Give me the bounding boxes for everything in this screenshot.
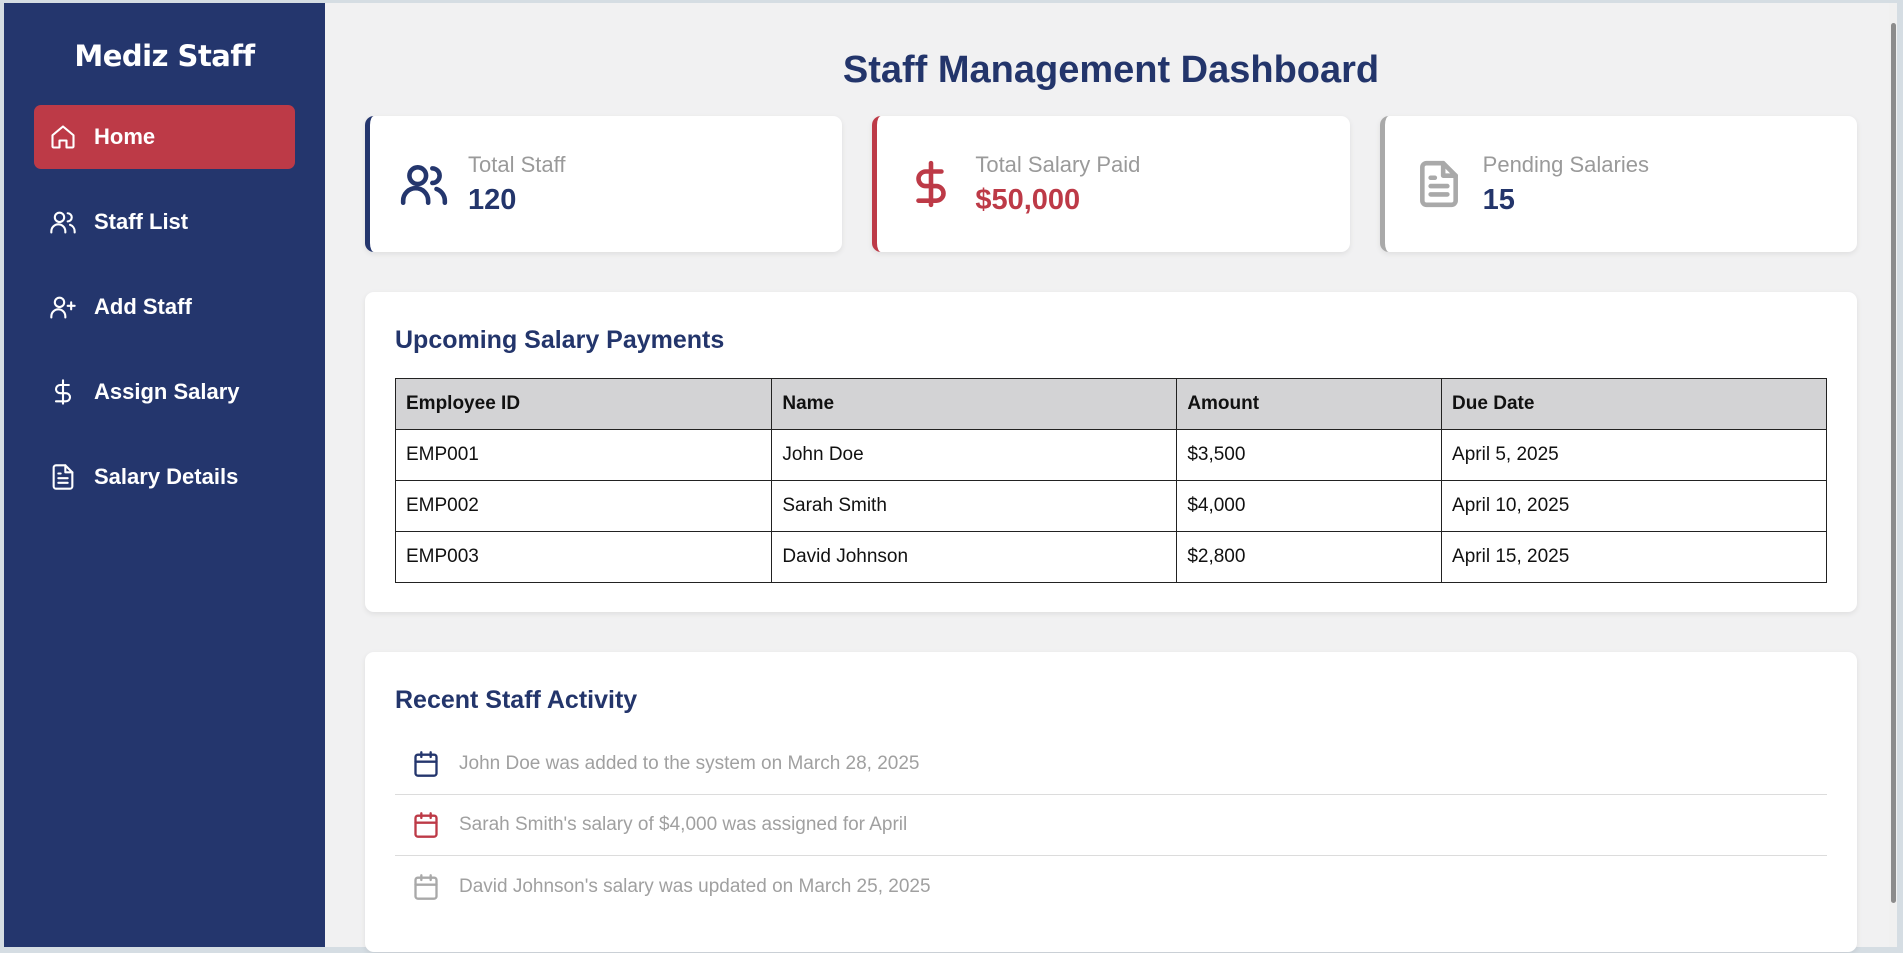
table-cell: Sarah Smith (771, 480, 1178, 532)
user-plus-icon (48, 292, 78, 322)
home-icon (48, 122, 78, 152)
table-row: EMP001 John Doe $3,500 April 5, 2025 (394, 429, 1827, 481)
card-value: 15 (1482, 183, 1515, 216)
table-cell: April 10, 2025 (1441, 480, 1827, 532)
dollar-icon (48, 377, 78, 407)
sidebar-item-home[interactable]: Home (34, 105, 295, 169)
users-icon (398, 158, 450, 210)
panel-title: Recent Staff Activity (395, 686, 638, 714)
sidebar-item-staff-list[interactable]: Staff List (34, 190, 295, 254)
file-icon (48, 462, 78, 492)
column-header: Name (771, 378, 1178, 430)
activity-text: Sarah Smith's salary of $4,000 was assig… (459, 814, 908, 835)
calendar-icon (411, 872, 441, 902)
sidebar-item-salary-details[interactable]: Salary Details (34, 445, 295, 509)
sidebar: Mediz Staff Home Staff List Add Staff As… (4, 3, 325, 947)
column-header: Amount (1176, 378, 1443, 430)
app-window: Mediz Staff Home Staff List Add Staff As… (4, 3, 1897, 952)
card-label: Pending Salaries (1482, 151, 1649, 177)
panel-title: Upcoming Salary Payments (395, 326, 725, 354)
table-header-row: Employee ID Name Amount Due Date (394, 378, 1827, 430)
upcoming-salary-panel: Upcoming Salary Payments Employee ID Nam… (365, 292, 1857, 612)
column-header: Due Date (1441, 378, 1827, 430)
table-cell: April 15, 2025 (1441, 531, 1827, 583)
users-icon (48, 207, 78, 237)
dollar-icon (905, 158, 957, 210)
activity-text: David Johnson's salary was updated on Ma… (459, 875, 931, 897)
list-item: Sarah Smith's salary of $4,000 was assig… (395, 795, 1827, 856)
total-staff-card: Total Staff 120 (365, 116, 843, 252)
sidebar-item-label: Staff List (94, 209, 189, 234)
sidebar-item-label: Assign Salary (94, 379, 240, 404)
table-cell: $4,000 (1176, 480, 1443, 532)
scrollbar-thumb[interactable] (1891, 23, 1896, 903)
sidebar-item-label: Add Staff (94, 294, 192, 319)
card-label: Total Salary Paid (975, 151, 1141, 177)
table-cell: $3,500 (1176, 429, 1443, 481)
calendar-icon (411, 749, 441, 779)
summary-cards: Total Staff 120 Total Salary Paid $50,00… (365, 116, 1857, 252)
page-title: Staff Management Dashboard (842, 49, 1380, 91)
recent-activity-panel: Recent Staff Activity John Doe was added… (365, 652, 1857, 952)
table-cell: David Johnson (771, 531, 1178, 583)
column-header: Employee ID (394, 378, 773, 430)
list-item: David Johnson's salary was updated on Ma… (395, 856, 1827, 917)
file-icon (1413, 158, 1465, 210)
table-cell: $2,800 (1176, 531, 1443, 583)
table-cell: EMP002 (394, 480, 773, 532)
salary-table: Employee ID Name Amount Due Date EMP001 … (394, 378, 1827, 583)
table-row: EMP002 Sarah Smith $4,000 April 10, 2025 (394, 480, 1827, 532)
table-cell: EMP003 (394, 531, 773, 583)
sidebar-item-label: Home (94, 124, 156, 149)
sidebar-item-assign-salary[interactable]: Assign Salary (34, 360, 295, 424)
card-value: 120 (468, 183, 517, 216)
sidebar-item-label: Salary Details (94, 464, 239, 489)
table-row: EMP003 David Johnson $2,800 April 15, 20… (394, 531, 1827, 583)
table-cell: EMP001 (394, 429, 773, 481)
table-cell: John Doe (771, 429, 1178, 481)
pending-salaries-card: Pending Salaries 15 (1379, 116, 1857, 252)
main-content: Staff Management Dashboard Total Staff 1… (325, 3, 1897, 952)
activity-text: John Doe was added to the system on Marc… (459, 753, 920, 774)
activity-list: John Doe was added to the system on Marc… (395, 734, 1827, 917)
calendar-icon (411, 810, 441, 840)
sidebar-nav: Home Staff List Add Staff Assign Salary (4, 105, 325, 509)
card-value: $50,000 (975, 183, 1081, 216)
sidebar-item-add-staff[interactable]: Add Staff (34, 275, 295, 339)
table-cell: April 5, 2025 (1441, 429, 1827, 481)
brand-logo: Mediz Staff (74, 39, 255, 73)
vertical-scrollbar[interactable] (1889, 3, 1897, 947)
list-item: John Doe was added to the system on Marc… (395, 734, 1827, 795)
total-salary-card: Total Salary Paid $50,000 (872, 116, 1350, 252)
card-label: Total Staff (468, 151, 566, 177)
